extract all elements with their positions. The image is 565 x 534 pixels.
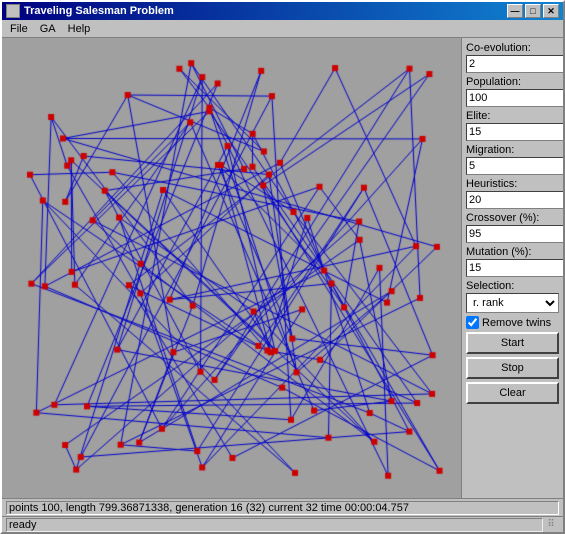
close-button[interactable]: ✕ bbox=[543, 4, 559, 18]
remove-twins-row: Remove twins bbox=[466, 316, 559, 329]
selection-label: Selection: bbox=[466, 280, 559, 292]
window-title: Traveling Salesman Problem bbox=[24, 5, 174, 17]
migration-label: Migration: bbox=[466, 144, 559, 156]
main-area: Co-evolution: ▲ ▼ Population: ▲ ▼ bbox=[2, 38, 563, 498]
resize-grip[interactable]: ⠿ bbox=[543, 517, 559, 533]
crossover-group: Crossover (%): ▲ ▼ bbox=[466, 212, 559, 243]
app-icon bbox=[6, 4, 20, 18]
minimize-button[interactable]: — bbox=[507, 4, 523, 18]
ready-text: ready bbox=[6, 518, 543, 532]
coevolution-group: Co-evolution: ▲ ▼ bbox=[466, 42, 559, 73]
remove-twins-checkbox[interactable] bbox=[466, 316, 479, 329]
remove-twins-label: Remove twins bbox=[482, 317, 551, 329]
start-button[interactable]: Start bbox=[466, 332, 559, 354]
population-input[interactable] bbox=[466, 89, 563, 107]
selection-select[interactable]: r. rank tournament roulette bbox=[466, 293, 559, 313]
population-label: Population: bbox=[466, 76, 559, 88]
main-window: Traveling Salesman Problem — □ ✕ File GA… bbox=[0, 0, 565, 534]
mutation-group: Mutation (%): ▲ ▼ bbox=[466, 246, 559, 277]
coevolution-input[interactable] bbox=[466, 55, 563, 73]
mutation-label: Mutation (%): bbox=[466, 246, 559, 258]
maximize-button[interactable]: □ bbox=[525, 4, 541, 18]
heuristics-input[interactable] bbox=[466, 191, 563, 209]
right-panel: Co-evolution: ▲ ▼ Population: ▲ ▼ bbox=[461, 38, 563, 498]
elite-label: Elite: bbox=[466, 110, 559, 122]
tsp-canvas bbox=[2, 38, 461, 498]
menu-file[interactable]: File bbox=[4, 22, 34, 36]
status-bar: points 100, length 799.36871338, generat… bbox=[2, 498, 563, 516]
coevolution-label: Co-evolution: bbox=[466, 42, 559, 54]
canvas-area bbox=[2, 38, 461, 498]
heuristics-group: Heuristics: ▲ ▼ bbox=[466, 178, 559, 209]
clear-button[interactable]: Clear bbox=[466, 382, 559, 404]
stop-button[interactable]: Stop bbox=[466, 357, 559, 379]
selection-group: Selection: r. rank tournament roulette bbox=[466, 280, 559, 313]
status-text: points 100, length 799.36871338, generat… bbox=[6, 501, 559, 515]
ready-bar: ready ⠿ bbox=[2, 516, 563, 532]
elite-group: Elite: ▲ ▼ bbox=[466, 110, 559, 141]
menu-bar: File GA Help bbox=[2, 20, 563, 38]
population-group: Population: ▲ ▼ bbox=[466, 76, 559, 107]
menu-help[interactable]: Help bbox=[62, 22, 97, 36]
crossover-label: Crossover (%): bbox=[466, 212, 559, 224]
migration-input[interactable] bbox=[466, 157, 563, 175]
elite-input[interactable] bbox=[466, 123, 563, 141]
migration-group: Migration: ▲ ▼ bbox=[466, 144, 559, 175]
title-bar: Traveling Salesman Problem — □ ✕ bbox=[2, 2, 563, 20]
crossover-input[interactable] bbox=[466, 225, 563, 243]
mutation-input[interactable] bbox=[466, 259, 563, 277]
menu-ga[interactable]: GA bbox=[34, 22, 62, 36]
heuristics-label: Heuristics: bbox=[466, 178, 559, 190]
